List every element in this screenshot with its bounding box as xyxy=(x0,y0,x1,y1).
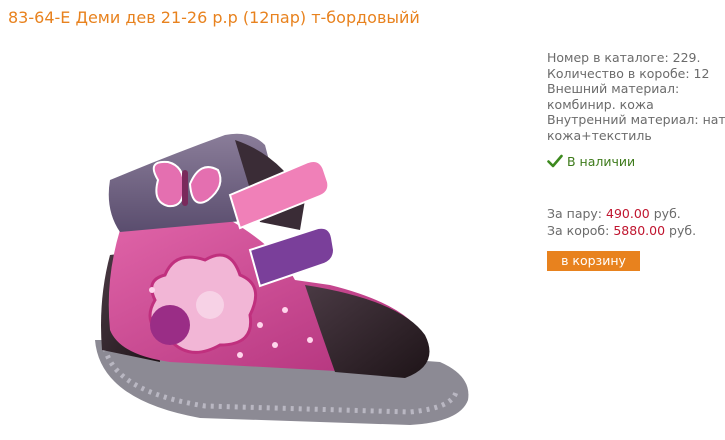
pair-price-value: 490.00 xyxy=(606,206,650,221)
product-title: 83-64-Е Деми дев 21-26 р.р (12пар) т-бор… xyxy=(8,8,420,27)
price-block: За пару: 490.00 руб. За короб: 5880.00 р… xyxy=(547,205,696,239)
box-price-value: 5880.00 xyxy=(613,223,666,238)
stock-label: В наличии xyxy=(567,154,636,169)
product-details: Номер в каталоге: 229. Количество в коро… xyxy=(547,50,725,143)
inner-material-value: кожа+текстиль xyxy=(547,127,652,143)
price-per-pair: За пару: 490.00 руб. xyxy=(547,205,696,222)
pair-price-currency: руб. xyxy=(653,206,681,221)
box-price-currency: руб. xyxy=(669,223,697,238)
price-per-box: За короб: 5880.00 руб. xyxy=(547,222,696,239)
box-quantity: Количество в коробе: 12 xyxy=(547,65,710,81)
catalog-number: Номер в каталоге: 229. xyxy=(547,50,701,65)
add-to-cart-button[interactable]: в корзину xyxy=(547,251,640,271)
inner-material-label: Внутренний материал: нат xyxy=(547,112,725,127)
product-image[interactable] xyxy=(80,100,500,436)
box-price-label: За короб: xyxy=(547,223,610,238)
check-icon xyxy=(547,154,563,168)
outer-material-label: Внешний материал: xyxy=(547,81,680,96)
boot-illustration xyxy=(95,133,469,425)
outer-material-value: комбинир. кожа xyxy=(547,96,654,112)
pair-price-label: За пару: xyxy=(547,206,603,221)
stock-status: В наличии xyxy=(547,154,635,169)
